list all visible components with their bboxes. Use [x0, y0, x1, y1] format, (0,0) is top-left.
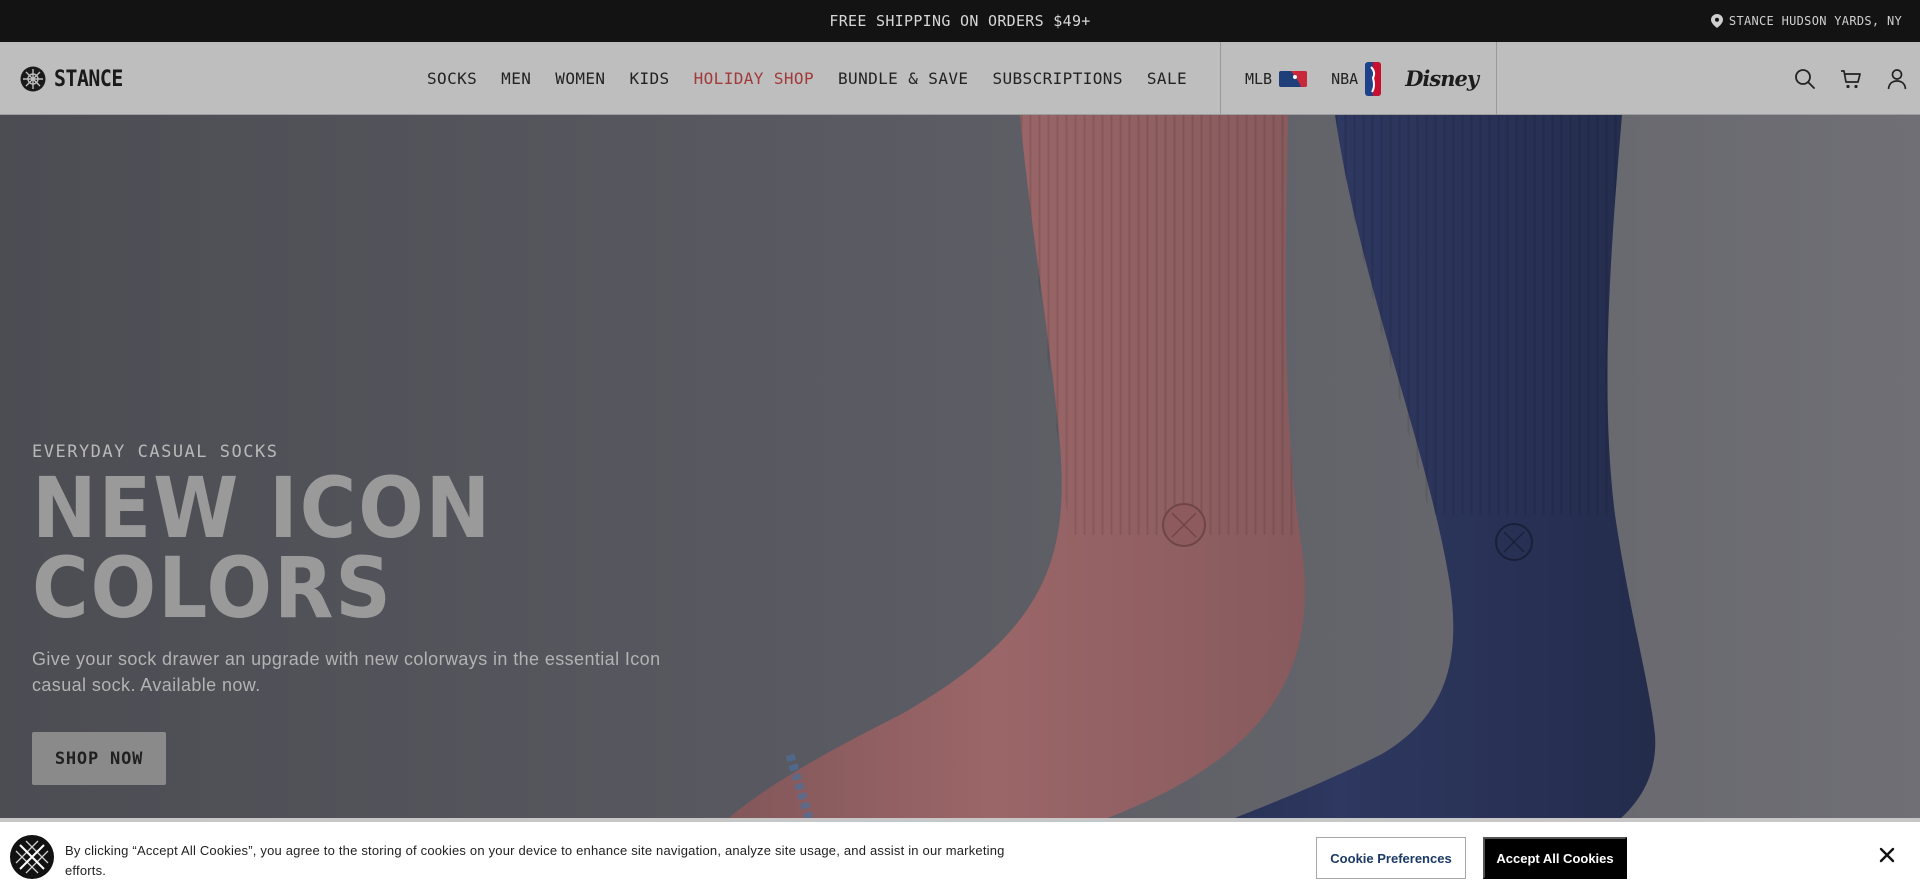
search-button[interactable] [1794, 68, 1816, 90]
promo-bar: FREE SHIPPING ON ORDERS $49+ STANCE HUDS… [0, 0, 1920, 42]
hero-subcopy: Give your sock drawer an upgrade with ne… [32, 649, 661, 695]
disney-logo-icon: Disney [1405, 66, 1479, 91]
mlb-logo-icon [1279, 70, 1308, 87]
stance-logo-icon [20, 66, 46, 92]
mlb-label: MLB [1245, 69, 1273, 88]
partner-nav: MLB NBA Disney [1220, 42, 1497, 115]
cookie-preferences-button[interactable]: Cookie Preferences [1316, 837, 1466, 879]
nav-item-holiday-shop[interactable]: HOLIDAY SHOP [694, 69, 814, 88]
nba-logo-icon [1365, 61, 1382, 96]
search-icon [1795, 68, 1815, 89]
partner-mlb[interactable]: MLB [1245, 69, 1308, 88]
shop-now-button[interactable]: SHOP NOW [32, 732, 166, 785]
nav-item-men[interactable]: MEN [501, 69, 531, 88]
main-nav: SOCKS MEN WOMEN KIDS HOLIDAY SHOP BUNDLE… [427, 42, 1187, 115]
nav-item-bundle-save[interactable]: BUNDLE & SAVE [838, 69, 968, 88]
header-actions [1794, 42, 1908, 115]
nav-item-women[interactable]: WOMEN [555, 69, 605, 88]
hero-banner: EVERYDAY CASUAL SOCKS NEW ICON COLORS Gi… [0, 115, 1920, 888]
hero-headline-line1: NEW ICON [32, 459, 493, 557]
cart-icon [1841, 69, 1861, 88]
partner-disney[interactable]: Disney [1405, 66, 1479, 91]
hero-content: EVERYDAY CASUAL SOCKS NEW ICON COLORS Gi… [32, 442, 672, 785]
stance-logo-icon [10, 835, 54, 879]
cookie-consent-text: By clicking “Accept All Cookies”, you ag… [65, 843, 1005, 878]
stance-logo[interactable]: STANCE [20, 66, 130, 92]
accept-all-cookies-button[interactable]: Accept All Cookies [1483, 837, 1627, 879]
logo-wordmark: STANCE [54, 66, 123, 92]
nav-item-sale[interactable]: SALE [1147, 69, 1187, 88]
nav-item-socks[interactable]: SOCKS [427, 69, 477, 88]
partner-nba[interactable]: NBA [1331, 61, 1382, 96]
hero-headline: NEW ICON COLORS [32, 459, 621, 637]
account-button[interactable] [1886, 68, 1908, 90]
nav-item-kids[interactable]: KIDS [629, 69, 669, 88]
account-icon [1887, 68, 1907, 89]
site-header: STANCE SOCKS MEN WOMEN KIDS HOLIDAY SHOP… [0, 42, 1920, 115]
cookie-banner: By clicking “Accept All Cookies”, you ag… [0, 818, 1920, 888]
location-pin-icon [1710, 14, 1723, 28]
close-icon[interactable] [1878, 846, 1896, 864]
promo-text: FREE SHIPPING ON ORDERS $49+ [829, 12, 1091, 30]
store-locator-link[interactable]: STANCE HUDSON YARDS, NY [1710, 0, 1902, 42]
cart-button[interactable] [1840, 68, 1862, 90]
nba-label: NBA [1331, 69, 1359, 88]
nav-item-subscriptions[interactable]: SUBSCRIPTIONS [992, 69, 1122, 88]
hero-headline-line2: COLORS [32, 539, 393, 637]
store-label: STANCE HUDSON YARDS, NY [1728, 14, 1902, 28]
